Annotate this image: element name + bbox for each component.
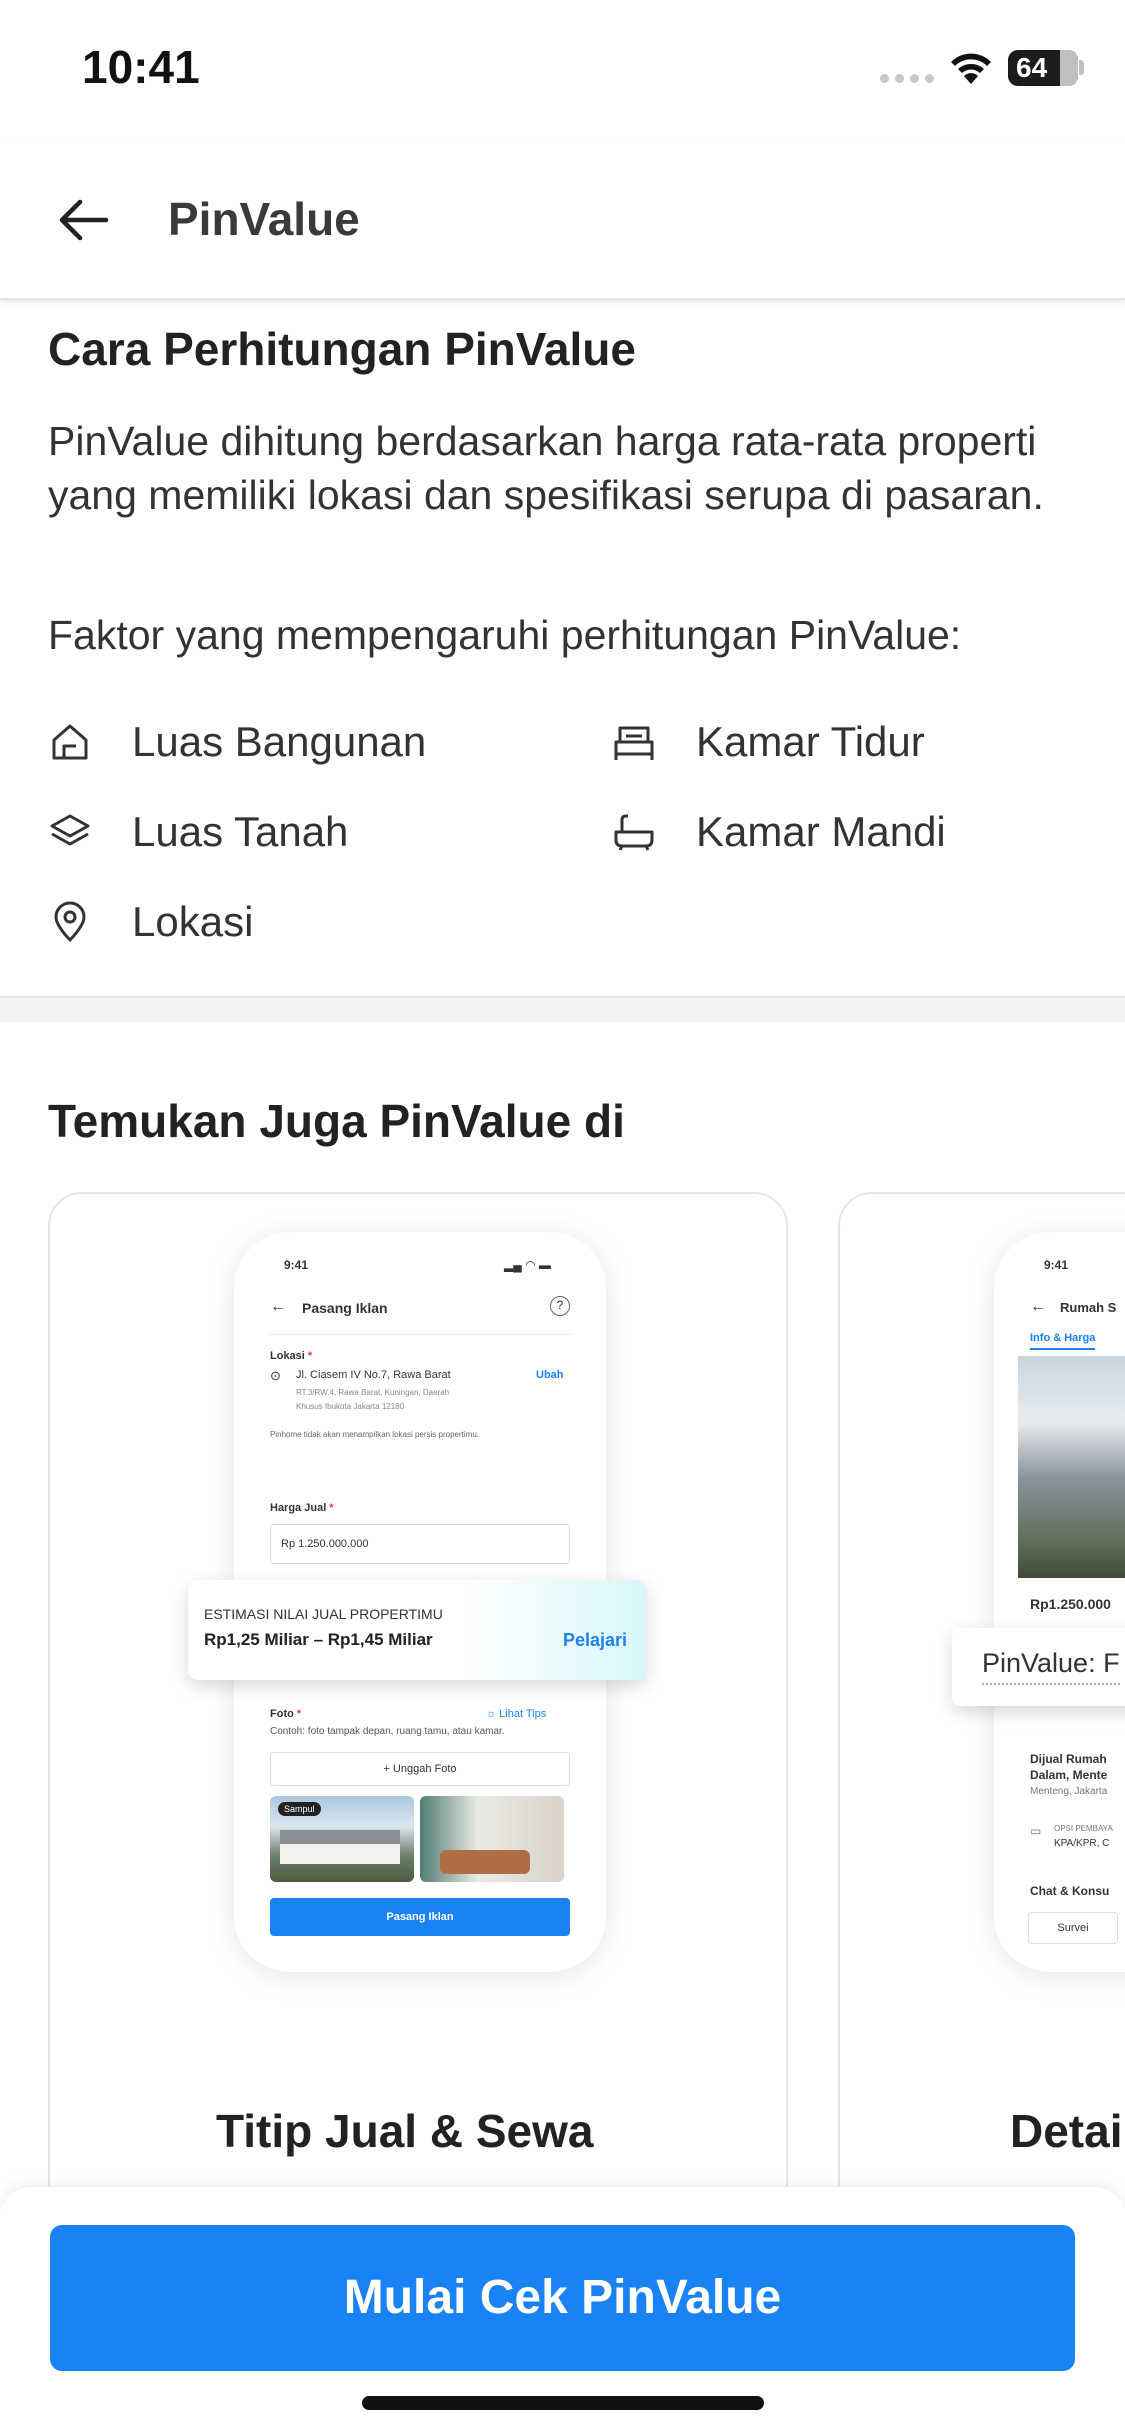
help-icon: ?	[550, 1296, 570, 1316]
mock-survey-button: Survei	[1028, 1912, 1118, 1944]
mock-lokasi-text: Lokasi	[270, 1350, 305, 1362]
mock-price-input: Rp 1.250.000.000	[270, 1524, 570, 1564]
mock-back-icon: ←	[270, 1298, 286, 1315]
mock-address: Jl. Ciasem IV No.7, Rawa Barat	[296, 1369, 451, 1381]
status-time: 10:41	[82, 41, 200, 93]
mock-tips: ☼ Lihat Tips	[486, 1708, 547, 1720]
mock-listing-2: Dalam, Mente	[1030, 1768, 1108, 1782]
mock-lokasi-label: Lokasi *	[270, 1350, 313, 1362]
section-divider	[0, 996, 1125, 1022]
bed-icon	[614, 726, 654, 760]
estimate-range: Rp1,25 Miliar – Rp1,45 Miliar	[204, 1630, 433, 1649]
mock-upload-button: + Unggah Foto	[270, 1752, 570, 1786]
phone-mockup: 9:41 ← Rumah S Info & Harga Rp1.250.000 …	[994, 1232, 1125, 1972]
mock-submit-button: Pasang Iklan	[270, 1898, 570, 1936]
factor-label: Luas Bangunan	[132, 718, 427, 765]
mock-price-label: Harga Jual *	[270, 1502, 334, 1514]
bathtub-icon	[614, 814, 654, 851]
start-check-button[interactable]: Mulai Cek PinValue	[50, 2225, 1075, 2371]
mock-chat: Chat & Konsu	[1030, 1884, 1110, 1898]
factor-luas-tanah: Luas Tanah	[48, 808, 348, 856]
calculation-heading: Cara Perhitungan PinValue	[48, 323, 636, 375]
mock-address-detail-2: Khusus Ibukota Jakarta 12180	[296, 1402, 405, 1411]
mock-header: Rumah S	[1060, 1300, 1117, 1315]
mock-listing-3: Menteng, Jakarta	[1030, 1786, 1108, 1797]
mock-payment-icon: ▭	[1030, 1824, 1042, 1838]
mock-photo-hint: Contoh: foto tampak depan, ruang tamu, a…	[270, 1726, 505, 1737]
factor-kamar-mandi: Kamar Mandi	[612, 808, 946, 856]
wifi-icon	[951, 53, 991, 84]
battery-level: 64	[1016, 52, 1048, 83]
feature-card-titip-jual[interactable]: 9:41 ▂▄ ◠ ▬ ← Pasang Iklan ? Lokasi * ⊙ …	[48, 1192, 788, 2292]
home-indicator[interactable]	[362, 2396, 764, 2410]
factor-kamar-tidur: Kamar Tidur	[612, 718, 925, 766]
card-title: Detai	[1010, 2105, 1123, 2157]
pinvalue-popup: PinValue: F	[952, 1628, 1125, 1706]
discover-heading: Temukan Juga PinValue di	[48, 1095, 625, 1147]
mock-privacy-note: Pinhome tidak akan menampilkan lokasi pe…	[270, 1430, 479, 1439]
mock-change: Ubah	[536, 1369, 564, 1381]
mock-photo-label-text: Foto	[270, 1708, 294, 1720]
estimate-label: ESTIMASI NILAI JUAL PROPERTIMU	[204, 1606, 443, 1622]
battery-cap	[1079, 60, 1084, 75]
app-bar: PinValue	[0, 140, 1125, 300]
mock-tab: Info & Harga	[1030, 1332, 1096, 1350]
mock-divider	[268, 1334, 573, 1335]
cellular-signal-icon	[880, 74, 934, 83]
page-title: PinValue	[168, 193, 360, 245]
mock-status-icons: ▂▄ ◠ ▬	[504, 1258, 551, 1272]
pinvalue-label: PinValue: F	[982, 1648, 1120, 1685]
mock-photo-room	[420, 1796, 564, 1882]
mock-tips-text: Lihat Tips	[499, 1708, 547, 1720]
mock-back-icon: ←	[1030, 1298, 1046, 1315]
factor-label: Luas Tanah	[132, 808, 349, 855]
factor-label: Kamar Mandi	[696, 808, 946, 855]
mock-time: 9:41	[1044, 1258, 1069, 1272]
factors-intro: Faktor yang mempengaruhi perhitungan Pin…	[48, 612, 962, 658]
house-icon	[52, 724, 88, 760]
location-pin-icon	[54, 901, 86, 943]
mock-listing-1: Dijual Rumah	[1030, 1752, 1107, 1766]
mock-pin-icon: ⊙	[270, 1368, 281, 1383]
mock-photo-house: Sampul	[270, 1796, 414, 1882]
battery-icon: 64	[1008, 50, 1078, 86]
calculation-description: PinValue dihitung berdasarkan harga rata…	[48, 418, 1044, 518]
mock-price-label-text: Harga Jual	[270, 1502, 327, 1514]
mock-payment-2: KPA/KPR, C	[1054, 1838, 1110, 1849]
status-bar: 10:41 64	[0, 0, 1125, 140]
layers-icon	[50, 814, 90, 846]
factor-label: Lokasi	[132, 898, 254, 945]
mock-address-detail-1: RT.3/RW.4, Rawa Barat, Kuningan, Daerah	[296, 1388, 450, 1397]
factor-lokasi: Lokasi	[48, 898, 253, 946]
mock-price: Rp1.250.000	[1030, 1596, 1111, 1612]
mock-photo-label: Foto *	[270, 1708, 302, 1720]
estimate-popup: ESTIMASI NILAI JUAL PROPERTIMU Rp1,25 Mi…	[188, 1580, 646, 1680]
feature-card-detail[interactable]: 9:41 ← Rumah S Info & Harga Rp1.250.000 …	[838, 1192, 1125, 2292]
estimate-learn-link: Pelajari	[563, 1630, 628, 1650]
factor-luas-bangunan: Luas Bangunan	[48, 718, 426, 766]
mock-house-photo	[1018, 1356, 1125, 1578]
factor-label: Kamar Tidur	[696, 718, 925, 765]
mock-header: Pasang Iklan	[302, 1300, 388, 1316]
back-arrow-icon[interactable]	[54, 190, 114, 250]
mock-time: 9:41	[284, 1258, 309, 1272]
mock-sample-badge: Sampul	[278, 1802, 321, 1816]
mock-payment-1: OPSI PEMBAYA	[1054, 1824, 1113, 1833]
card-title: Titip Jual & Sewa	[216, 2105, 594, 2157]
